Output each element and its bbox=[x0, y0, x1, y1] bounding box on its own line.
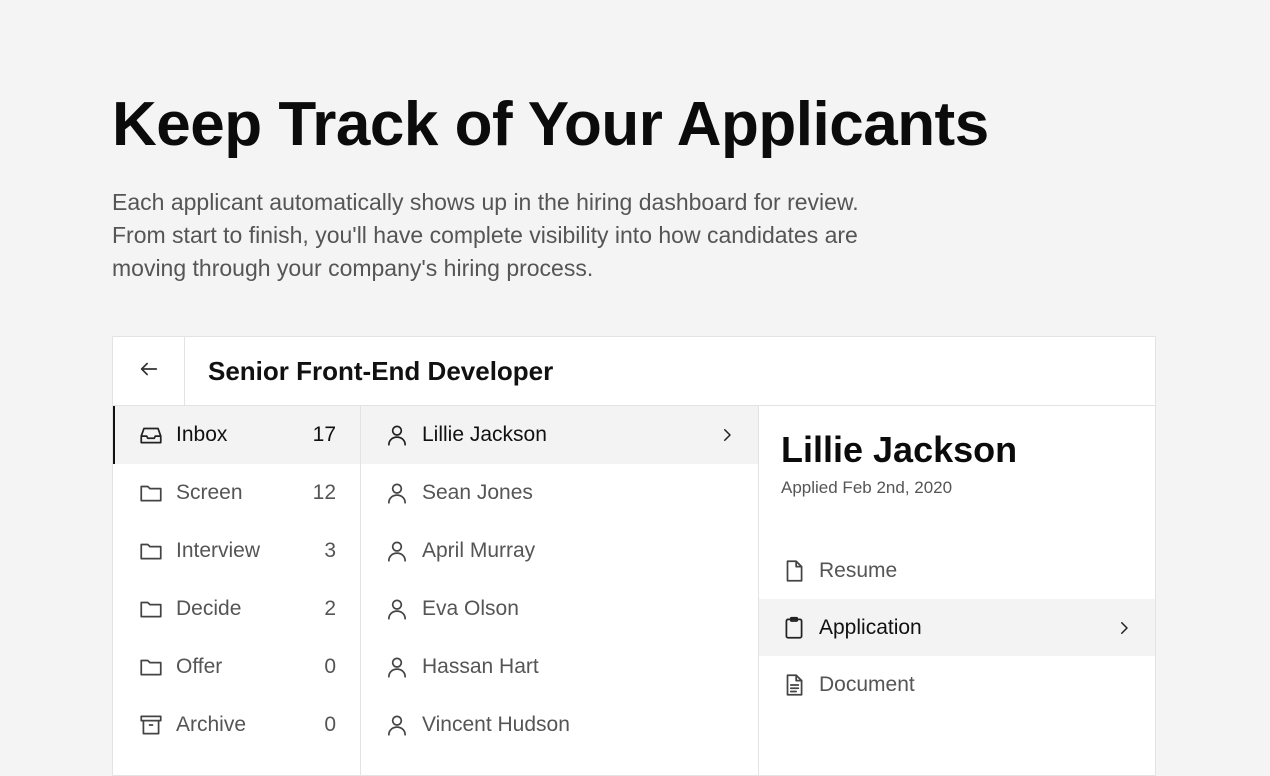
chevron-right-icon bbox=[716, 424, 738, 446]
applicant-item[interactable]: Vincent Hudson bbox=[361, 696, 758, 754]
applicant-name: Eva Olson bbox=[422, 597, 519, 620]
applicant-item[interactable]: Hassan Hart bbox=[361, 638, 758, 696]
hero-description-line: moving through your company's hiring pro… bbox=[112, 255, 594, 281]
applicant-name: Lillie Jackson bbox=[422, 423, 547, 446]
dashboard-header: Senior Front-End Developer bbox=[113, 337, 1155, 406]
folder-label: Interview bbox=[176, 539, 261, 562]
folder-label: Inbox bbox=[176, 423, 228, 446]
user-icon bbox=[384, 712, 410, 738]
folder-count: 17 bbox=[312, 423, 336, 446]
folder-label: Decide bbox=[176, 597, 242, 620]
clipboard-icon bbox=[781, 615, 807, 641]
hero-description-line: Each applicant automatically shows up in… bbox=[112, 189, 859, 215]
detail-item-label: Document bbox=[819, 672, 915, 696]
folder-item-decide[interactable]: Decide 2 bbox=[113, 580, 360, 638]
applicant-list: Lillie Jackson Sean Jones April Murray E… bbox=[361, 406, 759, 776]
applicant-detail-header: Lillie Jackson Applied Feb 2nd, 2020 bbox=[759, 406, 1155, 542]
folder-label: Screen bbox=[176, 481, 243, 504]
applicant-name: Vincent Hudson bbox=[422, 713, 570, 736]
folder-label: Offer bbox=[176, 655, 223, 678]
folder-icon bbox=[138, 596, 164, 622]
applicant-detail: Lillie Jackson Applied Feb 2nd, 2020 Res… bbox=[759, 406, 1155, 776]
folder-count: 0 bbox=[324, 655, 336, 678]
user-icon bbox=[384, 480, 410, 506]
folder-item-interview[interactable]: Interview 3 bbox=[113, 522, 360, 580]
folder-count: 2 bbox=[324, 597, 336, 620]
applicant-item[interactable]: Sean Jones bbox=[361, 464, 758, 522]
user-icon bbox=[384, 422, 410, 448]
folder-count: 12 bbox=[312, 481, 336, 504]
applicant-item[interactable]: Lillie Jackson bbox=[361, 406, 758, 464]
detail-item-document[interactable]: Document bbox=[759, 656, 1155, 713]
applicant-item[interactable]: April Murray bbox=[361, 522, 758, 580]
applicant-item[interactable]: Eva Olson bbox=[361, 580, 758, 638]
folder-item-archive[interactable]: Archive 0 bbox=[113, 696, 360, 754]
page-title: Keep Track of Your Applicants bbox=[112, 90, 989, 159]
folder-list: Inbox 17 Screen 12 Interview 3 Decide 2 … bbox=[113, 406, 361, 776]
hero-description-line: From start to finish, you'll have comple… bbox=[112, 222, 858, 248]
folder-icon bbox=[138, 480, 164, 506]
document-icon bbox=[781, 672, 807, 698]
detail-item-resume[interactable]: Resume bbox=[759, 542, 1155, 599]
applied-date: Applied Feb 2nd, 2020 bbox=[781, 478, 953, 497]
folder-item-inbox[interactable]: Inbox 17 bbox=[113, 406, 360, 464]
detail-item-label: Resume bbox=[819, 558, 898, 582]
hero-section: Keep Track of Your Applicants Each appli… bbox=[112, 88, 1172, 285]
applicant-detail-name: Lillie Jackson bbox=[781, 429, 1018, 470]
detail-item-application[interactable]: Application bbox=[759, 599, 1155, 656]
user-icon bbox=[384, 654, 410, 680]
user-icon bbox=[384, 538, 410, 564]
back-button[interactable] bbox=[113, 337, 185, 405]
archive-icon bbox=[138, 712, 164, 738]
user-icon bbox=[384, 596, 410, 622]
folder-count: 3 bbox=[324, 539, 336, 562]
folder-item-offer[interactable]: Offer 0 bbox=[113, 638, 360, 696]
arrow-left-icon bbox=[138, 358, 160, 385]
job-title: Senior Front-End Developer bbox=[208, 355, 554, 386]
hero-description: Each applicant automatically shows up in… bbox=[112, 186, 1172, 285]
folder-icon bbox=[138, 538, 164, 564]
chevron-right-icon bbox=[1113, 617, 1135, 639]
folder-count: 0 bbox=[324, 713, 336, 736]
applicant-name: April Murray bbox=[422, 539, 536, 562]
folder-label: Archive bbox=[176, 713, 247, 736]
applicant-dashboard: Senior Front-End Developer Inbox 17 Scre… bbox=[112, 336, 1156, 776]
folder-icon bbox=[138, 654, 164, 680]
applicant-name: Hassan Hart bbox=[422, 655, 539, 678]
file-icon bbox=[781, 558, 807, 584]
applicant-name: Sean Jones bbox=[422, 481, 533, 504]
detail-item-label: Application bbox=[819, 615, 922, 639]
folder-item-screen[interactable]: Screen 12 bbox=[113, 464, 360, 522]
inbox-icon bbox=[138, 422, 164, 448]
